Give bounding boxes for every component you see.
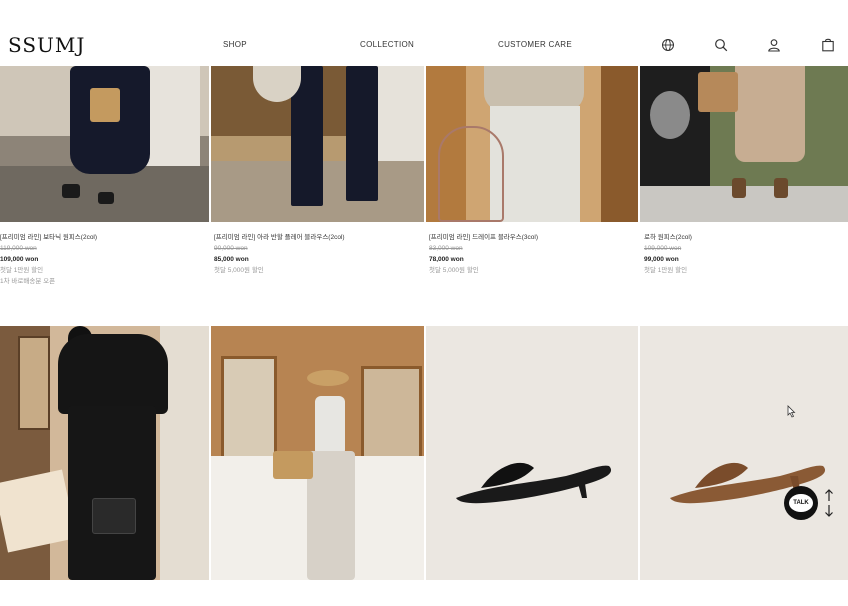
image-wood [601,66,638,222]
bag-icon[interactable] [821,38,835,52]
image-bag [273,451,313,479]
promo-text: 첫달 1만원 할인 [644,267,688,274]
product-image-2[interactable] [211,66,424,222]
globe-icon[interactable] [661,38,675,52]
product-card-1[interactable]: [프리미엄 라인] 보타닉 원피스(2col) 119,000 won 109,… [0,232,97,287]
product-name[interactable]: 로하 원피스(2col) [644,232,692,243]
brand-logo[interactable]: SSUMJ [8,33,85,57]
original-price: 90,000 won [214,245,248,252]
image-shoe [774,178,788,198]
original-price: 83,000 won [429,245,463,252]
nav-shop[interactable]: SHOP [223,40,247,49]
product-card-3[interactable]: [프리미엄 라인] 드레이프 블라우스(3col) 83,000 won 78,… [429,232,538,276]
image-trousers [307,451,355,580]
black-mule-sandal-image [456,462,612,504]
image-wheel [650,91,690,139]
product-name[interactable]: [프리미엄 라인] 아라 반할 플레어 블라우스(2col) [214,232,345,243]
top-spacer [0,0,848,26]
promo-text: 첫달 1만원 할인 [0,267,44,274]
sale-price: 78,000 won [429,256,464,263]
sale-price: 99,000 won [644,256,679,263]
pointer-cursor-icon [785,405,797,419]
image-shoe [732,178,746,198]
image-window [221,356,277,462]
scroll-up-down-icon[interactable] [822,488,836,518]
image-top [484,66,584,111]
image-window [376,66,424,161]
product-card-2[interactable]: [프리미엄 라인] 아라 반할 플레어 블라우스(2col) 90,000 wo… [214,232,345,276]
talk-label: TALK [789,494,813,512]
image-shoe [98,192,114,204]
product-card-4[interactable]: 로하 원피스(2col) 109,000 won 99,000 won 첫달 1… [644,232,692,276]
product-image-3[interactable] [426,66,638,222]
sale-price: 109,000 won [0,256,39,263]
product-name[interactable]: [프리미엄 라인] 드레이프 블라우스(3col) [429,232,538,243]
image-mirror [18,336,50,430]
image-trouser-leg [346,66,378,201]
image-bag [92,498,136,534]
image-hat [307,370,349,386]
image-bag [698,72,738,112]
image-skirt [68,406,156,580]
promo-text: 첫달 5,000원 할인 [214,267,264,274]
search-icon[interactable] [714,38,728,52]
image-dress [735,66,805,162]
brown-mule-sandal-image [670,462,826,504]
site-header: SSUMJ SHOP COLLECTION CUSTOMER CARE [0,26,848,66]
promo-text: 첫달 5,000원 할인 [429,267,479,274]
promo-text: 1차 바로배송분 오픈 [0,278,56,285]
nav-customer-care[interactable]: CUSTOMER CARE [498,40,572,49]
product-image-6[interactable] [211,326,424,580]
nav-collection[interactable]: COLLECTION [360,40,414,49]
product-image-5[interactable] [0,326,209,580]
product-image-4[interactable] [640,66,848,222]
product-image-1[interactable] [0,66,209,222]
image-top [58,334,168,414]
product-image-7[interactable] [426,326,638,580]
image-bag-strap [438,126,504,222]
bottom-spacer [0,580,848,606]
product-image-8[interactable] [640,326,848,580]
talk-chat-button[interactable]: TALK [784,486,818,520]
image-bag [90,88,120,122]
sale-price: 85,000 won [214,256,249,263]
user-icon[interactable] [767,38,781,52]
image-window [361,366,422,462]
original-price: 119,000 won [0,245,37,252]
image-table [0,469,77,553]
product-name[interactable]: [프리미엄 라인] 보타닉 원피스(2col) [0,232,97,243]
image-top [315,396,345,456]
image-shoe [62,184,80,198]
original-price: 109,000 won [644,245,682,252]
